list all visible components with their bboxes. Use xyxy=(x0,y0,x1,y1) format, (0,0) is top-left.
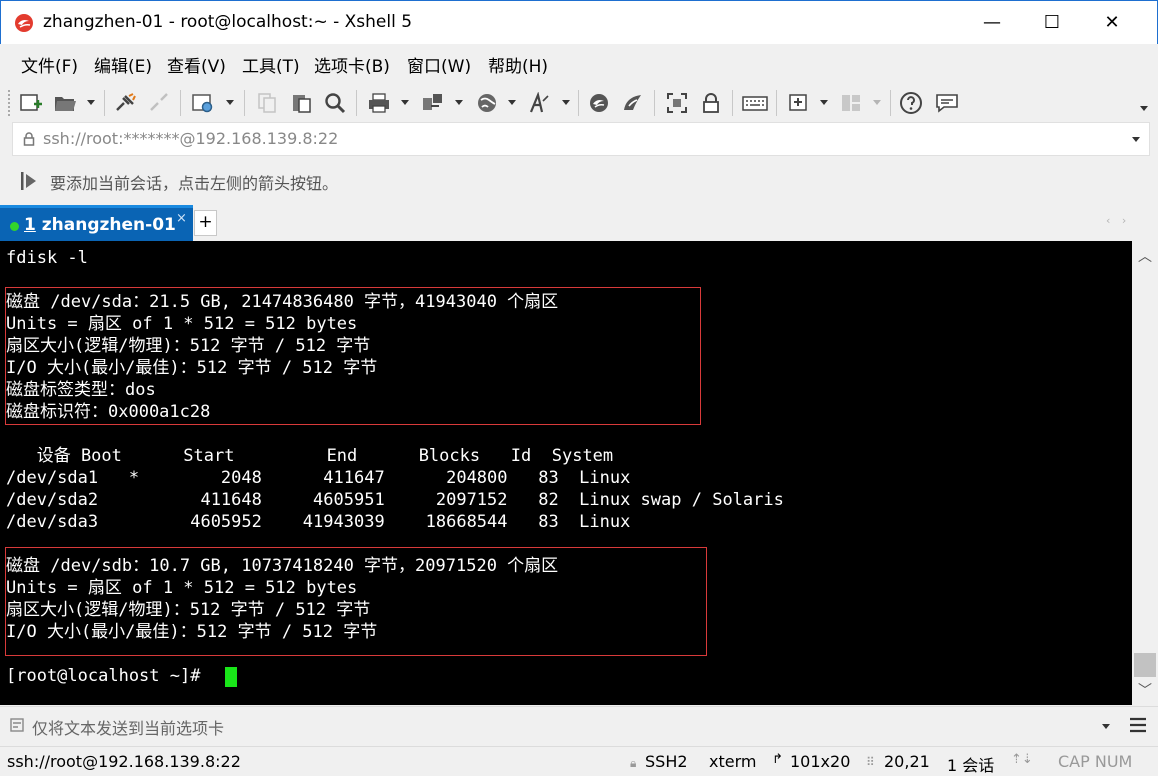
window-title: zhangzhen-01 - root@localhost:~ - Xshell… xyxy=(43,12,413,32)
menu-view[interactable]: 查看(V) xyxy=(167,52,226,77)
open-folder-icon[interactable] xyxy=(52,90,78,116)
tab-session[interactable]: 1 zhangzhen-01 × xyxy=(0,205,193,241)
status-size: 101x20 xyxy=(790,752,851,771)
hamburger-menu-icon[interactable] xyxy=(1129,717,1147,733)
toolbar-grip[interactable] xyxy=(8,90,12,116)
menu-window[interactable]: 窗口(W) xyxy=(407,52,471,77)
tab-number: 1 xyxy=(24,215,36,235)
status-caps: CAP NUM xyxy=(1058,752,1133,771)
layout-icon[interactable] xyxy=(838,90,864,116)
resize-icon: ↱ xyxy=(772,752,783,767)
chat-icon[interactable] xyxy=(934,90,960,116)
sdb-highlight-box xyxy=(5,547,707,656)
status-sessions: 1 会话 xyxy=(947,756,995,775)
address-bar[interactable]: ssh://root:*******@192.168.139.8:22 xyxy=(12,122,1150,156)
fullscreen-icon[interactable] xyxy=(664,90,690,116)
address-dropdown-icon[interactable] xyxy=(1132,137,1140,142)
address-input[interactable]: ssh://root:*******@192.168.139.8:22 xyxy=(43,129,338,148)
globe-icon[interactable] xyxy=(474,90,500,116)
terminal-line: fdisk -l xyxy=(6,248,88,268)
tab-scroll-arrows[interactable]: ‹ › xyxy=(1106,214,1130,227)
print-icon[interactable] xyxy=(366,90,392,116)
status-terminal-type: xterm xyxy=(709,752,757,771)
new-tab-icon[interactable] xyxy=(786,90,812,116)
scroll-thumb[interactable] xyxy=(1134,653,1156,677)
menu-help[interactable]: 帮助(H) xyxy=(488,52,548,77)
tab-bar: 1 zhangzhen-01 × + ‹ › xyxy=(0,204,1158,241)
add-session-arrow-icon[interactable] xyxy=(18,170,40,192)
connect-icon[interactable] xyxy=(112,90,138,116)
connected-status-icon xyxy=(10,222,19,231)
terminal-line: /dev/sda1 * 2048 411647 204800 83 Linux xyxy=(6,468,631,488)
close-button[interactable]: ✕ xyxy=(1089,1,1135,44)
status-bar: ssh://root@192.168.139.8:22 🔒︎ SSH2 xter… xyxy=(0,746,1158,776)
hint-bar: 要添加当前会话，点击左侧的箭头按钮。 xyxy=(0,160,1158,200)
keyboard-icon[interactable] xyxy=(742,90,768,116)
xftp-icon[interactable] xyxy=(620,90,646,116)
compose-bar[interactable]: 仅将文本发送到当前选项卡 xyxy=(0,706,1158,744)
lock-icon xyxy=(23,132,35,146)
open-dropdown-icon[interactable] xyxy=(87,100,95,105)
menu-tools[interactable]: 工具(T) xyxy=(242,52,300,77)
menu-edit[interactable]: 编辑(E) xyxy=(94,52,152,77)
xshell-icon[interactable] xyxy=(586,90,612,116)
menu-bar: 文件(F) 编辑(E) 查看(V) 工具(T) 选项卡(B) 窗口(W) 帮助(… xyxy=(0,44,1158,84)
disconnect-icon[interactable] xyxy=(146,90,172,116)
sda-highlight-box xyxy=(5,287,701,425)
copy-icon[interactable] xyxy=(254,90,280,116)
properties-icon[interactable] xyxy=(190,90,216,116)
terminal-line: /dev/sda3 4605952 41943039 18668544 83 L… xyxy=(6,512,631,532)
toolbar xyxy=(0,84,1158,120)
font-dropdown-icon[interactable] xyxy=(562,100,570,105)
scroll-down-icon[interactable]: ﹀ xyxy=(1132,679,1158,703)
paste-icon[interactable] xyxy=(288,90,314,116)
terminal-line: 设备 Boot Start End Blocks Id System xyxy=(6,446,614,466)
terminal-view[interactable]: fdisk -l 磁盘 /dev/sda：21.5 GB, 2147483648… xyxy=(0,241,1132,705)
transfer-icon[interactable] xyxy=(420,90,446,116)
add-tab-button[interactable]: + xyxy=(194,210,217,236)
compose-dropdown-icon[interactable] xyxy=(1102,724,1110,729)
status-cursor-pos: 20,21 xyxy=(884,752,930,771)
maximize-button[interactable]: ☐ xyxy=(1029,1,1075,44)
terminal-cursor xyxy=(225,667,237,687)
terminal-prompt: [root@localhost ~]# xyxy=(6,666,211,686)
menu-tabs[interactable]: 选项卡(B) xyxy=(314,52,390,77)
status-connection: ssh://root@192.168.139.8:22 xyxy=(7,752,241,771)
session-nav-arrows-icon[interactable]: ⇡⇣ xyxy=(1011,752,1033,767)
cursor-pos-icon: ⠿ xyxy=(866,755,875,769)
protocol-lock-icon: 🔒︎ xyxy=(630,756,637,770)
compose-target-label[interactable]: 仅将文本发送到当前选项卡 xyxy=(32,715,224,739)
globe-dropdown-icon[interactable] xyxy=(508,100,516,105)
toolbar-overflow-icon[interactable] xyxy=(1140,106,1148,111)
new-tab-dropdown-icon[interactable] xyxy=(820,100,828,105)
find-icon[interactable] xyxy=(322,90,348,116)
print-dropdown-icon[interactable] xyxy=(401,100,409,105)
layout-dropdown-icon[interactable] xyxy=(873,100,881,105)
status-protocol: SSH2 xyxy=(645,752,688,771)
hint-text: 要添加当前会话，点击左侧的箭头按钮。 xyxy=(50,174,339,193)
xshell-logo-icon xyxy=(15,14,33,32)
lock-icon[interactable] xyxy=(698,90,724,116)
minimize-button[interactable]: — xyxy=(969,1,1015,44)
menu-file[interactable]: 文件(F) xyxy=(21,52,78,77)
terminal-line: /dev/sda2 411648 4605951 2097152 82 Linu… xyxy=(6,490,784,510)
help-icon[interactable] xyxy=(898,90,924,116)
new-session-icon[interactable] xyxy=(18,90,44,116)
compose-icon xyxy=(10,718,24,732)
tab-name: zhangzhen-01 xyxy=(41,215,176,235)
title-bar: zhangzhen-01 - root@localhost:~ - Xshell… xyxy=(0,0,1158,44)
terminal-scrollbar[interactable]: ︿ ﹀ xyxy=(1132,241,1158,705)
scroll-up-icon[interactable]: ︿ xyxy=(1132,245,1158,269)
tab-close-icon[interactable]: × xyxy=(176,211,187,226)
transfer-dropdown-icon[interactable] xyxy=(455,100,463,105)
properties-dropdown-icon[interactable] xyxy=(226,100,234,105)
font-icon[interactable] xyxy=(526,90,552,116)
